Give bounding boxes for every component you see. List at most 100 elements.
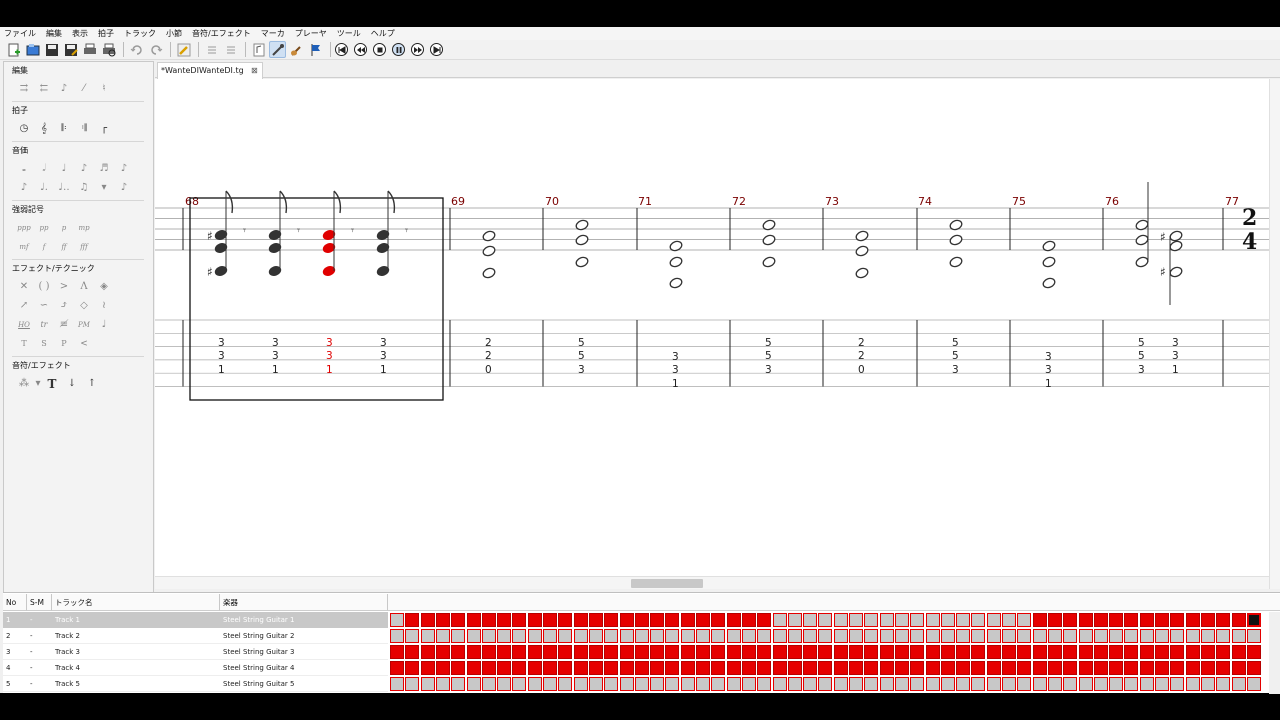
measure-cell[interactable] [1231,629,1246,643]
measure-cell[interactable] [420,677,435,691]
measure-cell[interactable] [757,645,772,659]
repeat-close-icon[interactable]: 𝄇 [74,121,94,137]
measure-cell[interactable] [864,645,879,659]
measure-cell[interactable] [1063,613,1078,627]
measure-cell[interactable] [1032,645,1047,659]
measure-cell[interactable] [772,677,787,691]
measure-cell[interactable] [451,661,466,675]
measure-cell[interactable] [1047,661,1062,675]
tapping-icon[interactable]: T [14,336,34,352]
menu-note-effect[interactable]: 音符/エフェクト [192,28,251,39]
measure-cell[interactable] [1170,661,1185,675]
measure-cell[interactable] [940,645,955,659]
measure-cell[interactable] [925,629,940,643]
measure-cell[interactable] [864,661,879,675]
measure-cell[interactable] [925,677,940,691]
track-instrument[interactable]: Steel String Guitar 3 [220,644,388,660]
menu-edit[interactable]: 編集 [46,28,62,39]
select-note-icon[interactable]: ♪ [54,81,74,97]
measure-cell[interactable] [665,677,680,691]
tablature-view-icon[interactable] [269,41,286,58]
popping-icon[interactable]: P [54,336,74,352]
measure-cell[interactable] [910,661,925,675]
measure-cell[interactable] [894,645,909,659]
measure-cell[interactable] [894,629,909,643]
measure-cell[interactable] [619,661,634,675]
measure-cell[interactable] [420,661,435,675]
measure-cell[interactable] [420,613,435,627]
measure-cell[interactable] [879,677,894,691]
measure-cell[interactable] [879,661,894,675]
track-name[interactable]: Track 2 [52,628,220,644]
measure-cell[interactable] [604,677,619,691]
tuplet-dropdown-icon[interactable]: ▾ [94,180,114,196]
measure-cell[interactable] [512,677,527,691]
pencil-icon[interactable] [175,41,192,58]
measure-cell[interactable] [619,645,634,659]
skip-to-end-icon[interactable] [430,43,443,56]
measure-cell[interactable] [986,661,1001,675]
measure-cell[interactable] [971,629,986,643]
measure-cell[interactable] [405,677,420,691]
measure-cell[interactable] [833,613,848,627]
key-signature-icon[interactable]: 𝄞 [34,121,54,137]
measure-cell[interactable] [849,661,863,675]
print-preview-icon[interactable] [100,41,117,58]
measure-cell[interactable] [894,677,909,691]
measure-cell[interactable] [818,645,833,659]
measure-cell[interactable] [833,629,848,643]
dynamic-ppp[interactable]: ppp [14,220,34,236]
vibrato-icon[interactable]: ∽ [34,298,54,314]
track-solo-mute[interactable]: - [27,660,52,676]
measure-cell[interactable] [894,613,909,627]
measure-cell[interactable] [390,629,404,643]
measure-cell[interactable] [696,677,710,691]
measure-cell[interactable] [1155,629,1169,643]
document-tab[interactable]: *WanteDIWanteDI.tg ⊠ [157,62,263,79]
grid-scrollbar[interactable] [1269,612,1280,694]
measure-cell[interactable] [1170,629,1185,643]
half-note-icon[interactable]: 𝅗𝅥 [34,161,54,177]
measure-cell[interactable] [787,661,802,675]
measure-cell[interactable] [650,629,665,643]
measure-cell[interactable] [879,613,894,627]
measure-cell[interactable] [451,613,466,627]
measure-cell[interactable] [1109,677,1124,691]
print-icon[interactable] [81,41,98,58]
measure-cell[interactable] [711,661,726,675]
measure-cell[interactable] [1139,629,1154,643]
measure-cell[interactable] [650,677,665,691]
measure-cell[interactable] [864,613,879,627]
measure-cell[interactable] [390,645,404,659]
measure-cell[interactable] [527,661,542,675]
menu-measure[interactable]: 小節 [166,28,182,39]
score-editor[interactable]: 68 69 70 71 72 73 74 75 76 77 𝄾 𝄾 𝄾 𝄾 ♯ ♯ ♯ ♯ 2 4 3 3 1 3 3 1 3 3 1 3… [155,79,1269,576]
measure-cell[interactable] [1231,677,1246,691]
measure-cell[interactable] [1170,645,1185,659]
measure-cell[interactable] [1155,677,1169,691]
track-instrument[interactable]: Steel String Guitar 2 [220,628,388,644]
measure-cell[interactable] [405,629,420,643]
measure-cell[interactable] [1047,629,1062,643]
measure-cell[interactable] [390,661,404,675]
measure-cell[interactable] [497,677,512,691]
accent-icon[interactable]: > [54,279,74,295]
measure-cell[interactable] [971,677,986,691]
measure-cell[interactable] [787,645,802,659]
dead-note-icon[interactable]: ✕ [14,279,34,295]
measure-cell[interactable] [680,661,695,675]
measure-cell[interactable] [1093,629,1108,643]
measure-cell[interactable] [726,645,741,659]
measure-cell[interactable] [1216,629,1231,643]
score-view-icon[interactable] [250,41,267,58]
measure-cell[interactable] [527,677,542,691]
track-solo-mute[interactable]: - [27,612,52,628]
measure-cell[interactable] [1093,613,1108,627]
measure-cell[interactable] [588,629,603,643]
measure-cell[interactable] [757,661,772,675]
measure-cell[interactable] [604,613,619,627]
measure-cell[interactable] [665,629,680,643]
measure-cell[interactable] [741,645,756,659]
measure-cell[interactable] [1185,613,1200,627]
menu-view[interactable]: 表示 [72,28,88,39]
